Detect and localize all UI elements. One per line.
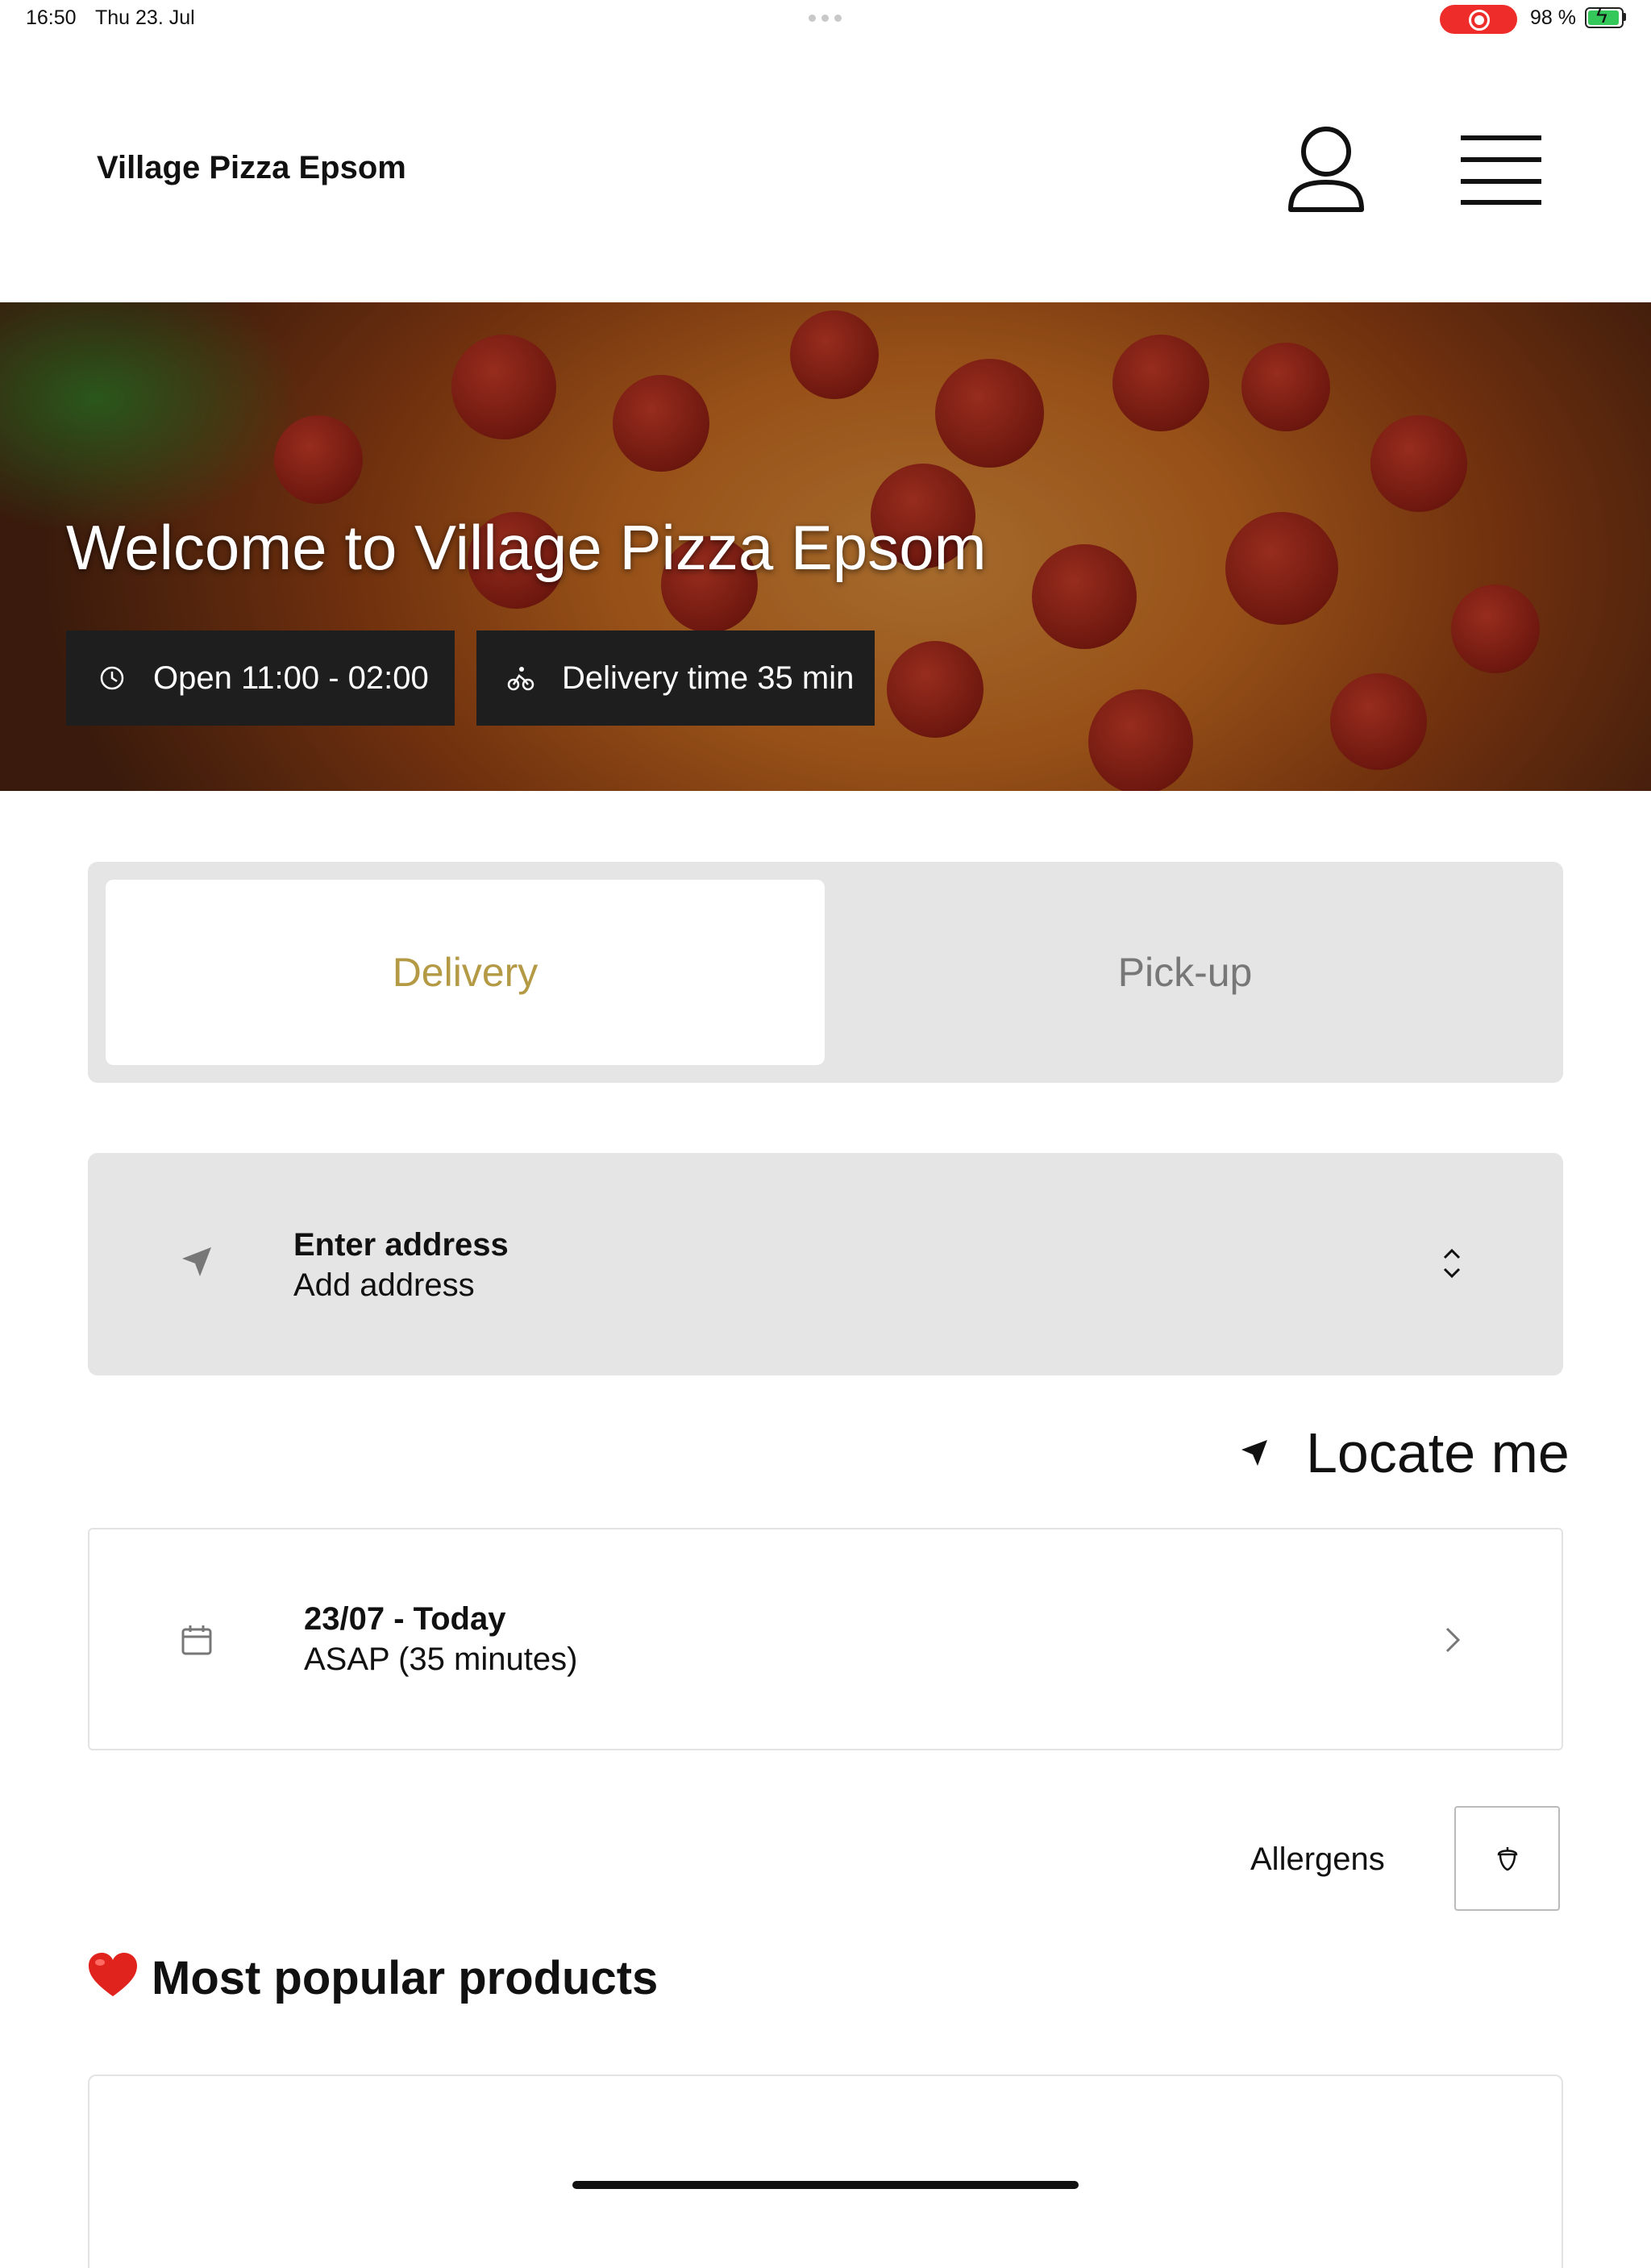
opening-hours-badge: Open 11:00 - 02:00: [66, 630, 455, 726]
product-card[interactable]: [88, 2074, 1563, 2268]
battery-icon: ϟ: [1585, 5, 1624, 28]
battery-cap: [1623, 13, 1626, 21]
clock-icon: [98, 664, 126, 692]
status-time: 16:50: [26, 6, 77, 29]
address-value[interactable]: Add address: [293, 1267, 475, 1304]
battery-percentage: 98 %: [1530, 6, 1576, 29]
bike-courier-icon: [507, 664, 534, 692]
opening-hours-text: Open 11:00 - 02:00: [153, 660, 429, 696]
site-title[interactable]: Village Pizza Epsom: [97, 150, 406, 186]
delivery-time-selector[interactable]: [88, 1528, 1563, 1750]
allergens-button[interactable]: [1454, 1806, 1560, 1911]
heart-icon: [89, 1953, 137, 1996]
calendar-icon: [181, 1625, 212, 1655]
screen-recording-icon[interactable]: [1440, 5, 1517, 34]
hero-title: Welcome to Village Pizza Epsom: [66, 512, 987, 583]
navigation-arrow-icon: [182, 1247, 211, 1276]
location-arrow-icon[interactable]: [1238, 1437, 1270, 1469]
delivery-time-value: ASAP (35 minutes): [304, 1642, 578, 1677]
delivery-time-text: Delivery time 35 min: [562, 660, 855, 696]
address-label: Enter address: [293, 1227, 509, 1263]
home-indicator[interactable]: [572, 2181, 1079, 2189]
chevron-right-icon[interactable]: [1440, 1624, 1464, 1656]
status-date: Thu 23. Jul: [95, 6, 195, 29]
delivery-date: 23/07 - Today: [304, 1601, 506, 1637]
delivery-time-badge: Delivery time 35 min: [476, 630, 875, 726]
section-title-popular: Most popular products: [152, 1952, 659, 2004]
hamburger-menu-icon[interactable]: [1461, 135, 1543, 206]
multitasking-dots[interactable]: [809, 15, 842, 22]
locate-me-button[interactable]: Locate me: [1306, 1421, 1570, 1485]
order-type-switch: Delivery Pick-up: [88, 862, 1563, 1083]
person-icon[interactable]: [1286, 124, 1366, 217]
tab-delivery[interactable]: Delivery: [106, 880, 825, 1065]
allergens-label: Allergens: [1250, 1841, 1385, 1877]
acorn-icon: [1497, 1847, 1517, 1871]
tab-pick-up[interactable]: Pick-up: [825, 880, 1545, 1065]
expand-collapse-icon[interactable]: [1440, 1246, 1464, 1281]
address-selector[interactable]: [88, 1153, 1563, 1375]
